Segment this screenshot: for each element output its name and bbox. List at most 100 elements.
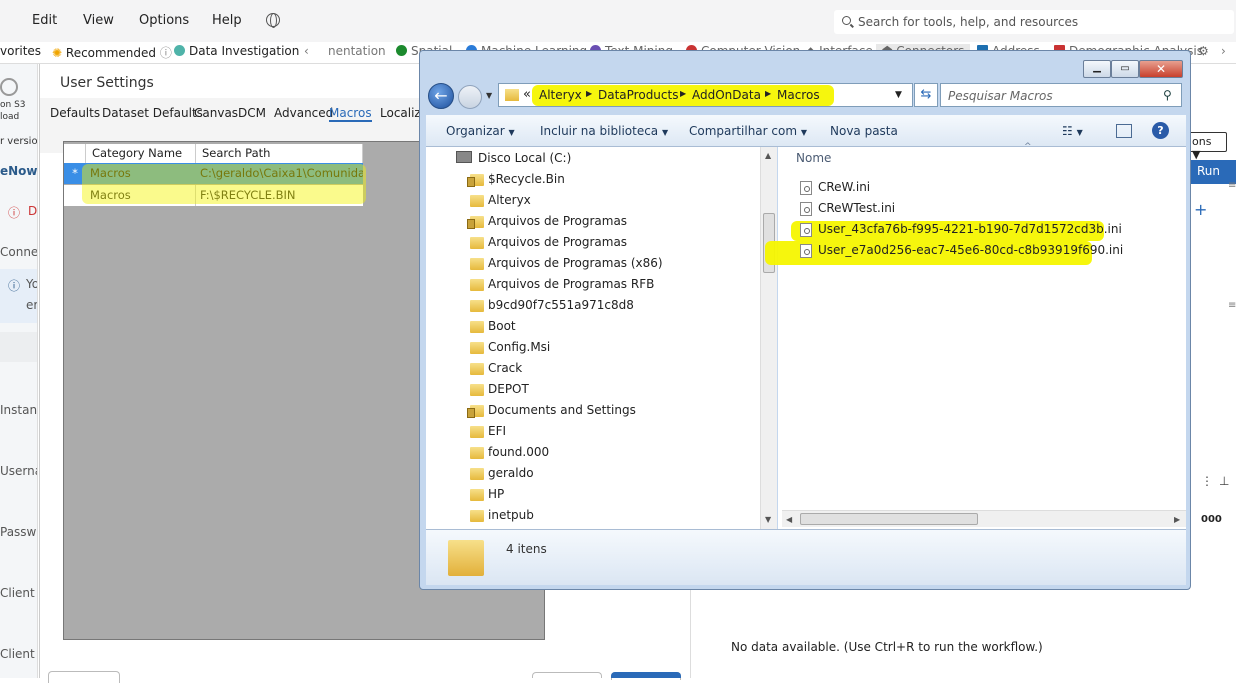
tabs-scroll-right-icon[interactable]: ›	[1221, 44, 1226, 58]
view-options-icon[interactable]: ☷ ▼	[1062, 124, 1083, 138]
pin-icon[interactable]: ⊥	[1219, 474, 1229, 488]
column-name[interactable]: Nome	[796, 151, 831, 165]
options-dropdown[interactable]: ons ▼	[1187, 132, 1227, 161]
scroll-left-icon[interactable]: ◀	[786, 515, 792, 524]
share-menu[interactable]: Compartilhar com ▼	[689, 124, 807, 138]
settings-ok-button[interactable]	[611, 672, 681, 678]
preview-pane-icon[interactable]	[1116, 124, 1132, 138]
search-icon[interactable]: ⚲	[1163, 88, 1172, 102]
column-search-path[interactable]: Search Path	[196, 144, 363, 163]
tree-folder-label: Alteryx	[488, 193, 531, 207]
breadcrumb-separator-icon[interactable]: ▶	[765, 89, 771, 98]
global-search-input[interactable]: Search for tools, help, and resources	[834, 10, 1234, 34]
tree-folder[interactable]: Arquivos de Programas	[467, 214, 627, 229]
tree-folder[interactable]: Alteryx	[470, 193, 531, 207]
scroll-up-icon[interactable]: ▲	[765, 151, 771, 160]
tab-dcm[interactable]: DCM	[238, 106, 266, 120]
tab-defaults[interactable]: Defaults	[50, 106, 100, 120]
include-library-menu[interactable]: Incluir na biblioteca ▼	[540, 124, 668, 138]
file-name: CReWTest.ini	[818, 201, 896, 215]
gear-icon[interactable]: ⚙	[1198, 44, 1209, 58]
breadcrumb-separator-icon[interactable]: ▶	[680, 89, 686, 98]
refresh-icon[interactable]: ⇆	[914, 83, 938, 107]
tab-advanced[interactable]: Advanced	[274, 106, 333, 120]
drive-icon	[456, 151, 472, 163]
new-folder-button[interactable]: Nova pasta	[830, 124, 898, 138]
tree-folder-label: $Recycle.Bin	[488, 172, 565, 186]
breadcrumb-separator-icon[interactable]: ▶	[586, 89, 592, 98]
file-item[interactable]: User_43cfa76b-f995-4221-b190-7d7d1572cd3…	[800, 222, 1122, 237]
address-dropdown-icon[interactable]: ▼	[895, 90, 902, 100]
breadcrumb-dataproducts[interactable]: DataProducts	[598, 88, 678, 102]
no-data-message: No data available. (Use Ctrl+R to run th…	[731, 640, 1043, 654]
folder-icon	[470, 384, 484, 396]
breadcrumb-alteryx[interactable]: Alteryx	[539, 88, 582, 102]
tree-folder[interactable]: Arquivos de Programas	[470, 235, 627, 249]
tree-folder[interactable]: DEPOT	[470, 382, 529, 396]
menu-view[interactable]: View	[83, 13, 114, 28]
tree-folder[interactable]: Boot	[470, 319, 516, 333]
tree-folder[interactable]: inetpub	[470, 508, 534, 522]
menu-bar: Edit View Options Help Search for tools,…	[0, 0, 1236, 42]
tree-folder[interactable]: Config.Msi	[470, 340, 550, 354]
breadcrumb-overflow[interactable]: «	[523, 87, 531, 102]
tree-folder[interactable]: geraldo	[470, 466, 534, 480]
tree-folder[interactable]: Crack	[470, 361, 523, 375]
breadcrumb-macros[interactable]: Macros	[777, 88, 820, 102]
history-dropdown-icon[interactable]: ▼	[486, 91, 492, 100]
tab-canvas[interactable]: Canvas	[194, 106, 238, 120]
tree-folder[interactable]: found.000	[470, 445, 550, 459]
maximize-button[interactable]: ▭	[1111, 60, 1139, 78]
tree-folder[interactable]: Documents and Settings	[467, 403, 636, 418]
file-item[interactable]: CReW.ini	[800, 180, 870, 195]
back-button[interactable]: ←	[428, 83, 454, 109]
globe-icon[interactable]	[266, 13, 280, 28]
tree-folder[interactable]: b9cd90f7c551a971c8d8	[470, 298, 634, 312]
menu-options[interactable]: Options	[139, 13, 189, 28]
tree-folder[interactable]: EFI	[470, 424, 506, 438]
tree-folder-label: Crack	[488, 361, 523, 375]
scroll-handle-icon[interactable]: ≡	[1228, 180, 1236, 191]
cancel-button[interactable]	[48, 671, 120, 683]
tree-folder[interactable]: $Recycle.Bin	[467, 172, 565, 187]
h-scroll-thumb[interactable]	[800, 513, 978, 525]
tree-root-drive[interactable]: Disco Local (C:)	[478, 151, 571, 165]
file-item[interactable]: CReWTest.ini	[800, 201, 896, 216]
tab-favorites[interactable]: vorites	[0, 44, 41, 58]
scroll-right-icon[interactable]: ▶	[1174, 515, 1180, 524]
tab-macros[interactable]: Macros	[329, 106, 372, 122]
settings-cancel-button[interactable]	[532, 672, 602, 678]
file-item[interactable]: User_e7a0d256-eac7-45e6-80cd-c8b93919f69…	[800, 243, 1123, 258]
tab-data-investigation[interactable]: Data Investigation	[174, 44, 299, 58]
minimize-button[interactable]: ▁	[1083, 60, 1111, 78]
forward-button[interactable]	[458, 85, 482, 109]
menu-edit[interactable]: Edit	[32, 13, 57, 28]
scroll-handle-icon-2[interactable]: ≡	[1228, 300, 1236, 311]
folder-search-input[interactable]: Pesquisar Macros ⚲	[940, 83, 1182, 107]
tree-folder-label: Documents and Settings	[488, 403, 636, 417]
files-h-scrollbar[interactable]: ◀ ▶	[782, 510, 1186, 527]
breadcrumb-addondata[interactable]: AddOnData	[692, 88, 761, 102]
add-icon[interactable]: +	[1194, 200, 1207, 219]
tree-folder[interactable]: Arquivos de Programas RFB	[470, 277, 654, 291]
tab-documentation[interactable]: nentation	[328, 44, 386, 58]
folder-icon	[470, 300, 484, 312]
more-icon[interactable]: ⋮	[1201, 474, 1213, 488]
client-id-label: Client I	[0, 586, 38, 600]
caret-down-icon: ▼	[800, 128, 808, 137]
tree-folder-label: found.000	[488, 445, 550, 459]
tree-scrollbar[interactable]: ▲ ▼	[760, 147, 777, 529]
tab-recommended[interactable]: ✺ Recommended ⓘ	[52, 44, 172, 61]
info-icon: ⓘ	[159, 46, 172, 60]
scroll-down-icon[interactable]: ▼	[765, 515, 771, 524]
tabs-scroll-left-icon[interactable]: ‹	[304, 44, 309, 58]
column-category-name[interactable]: Category Name	[86, 144, 196, 163]
close-button[interactable]: ✕	[1139, 60, 1183, 78]
help-icon[interactable]: ?	[1152, 122, 1169, 139]
tab-dataset-defaults[interactable]: Dataset Defaults	[102, 106, 203, 120]
tree-folder[interactable]: Arquivos de Programas (x86)	[470, 256, 663, 270]
organize-menu[interactable]: Organizar ▼	[446, 124, 515, 138]
tree-folder[interactable]: HP	[470, 487, 504, 501]
address-bar[interactable]: « Alteryx ▶ DataProducts ▶ AddOnData ▶ M…	[498, 83, 913, 107]
menu-help[interactable]: Help	[212, 13, 242, 28]
